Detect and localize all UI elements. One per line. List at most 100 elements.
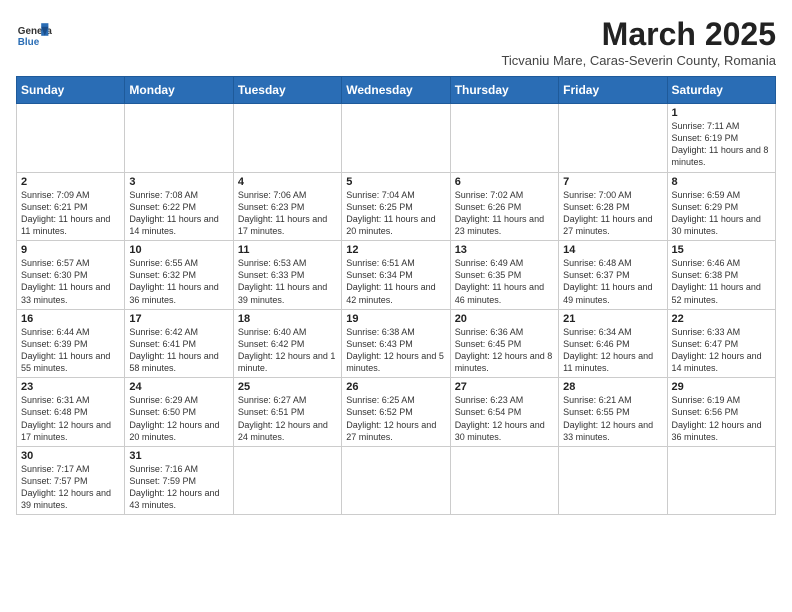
weekday-header-friday: Friday bbox=[559, 77, 667, 104]
calendar-cell: 8Sunrise: 6:59 AM Sunset: 6:29 PM Daylig… bbox=[667, 172, 775, 241]
calendar-cell: 6Sunrise: 7:02 AM Sunset: 6:26 PM Daylig… bbox=[450, 172, 558, 241]
day-info: Sunrise: 6:57 AM Sunset: 6:30 PM Dayligh… bbox=[21, 257, 120, 306]
day-info: Sunrise: 7:02 AM Sunset: 6:26 PM Dayligh… bbox=[455, 189, 554, 238]
calendar-week-4: 16Sunrise: 6:44 AM Sunset: 6:39 PM Dayli… bbox=[17, 309, 776, 378]
calendar-cell: 20Sunrise: 6:36 AM Sunset: 6:45 PM Dayli… bbox=[450, 309, 558, 378]
day-number: 14 bbox=[563, 244, 662, 256]
day-info: Sunrise: 7:17 AM Sunset: 7:57 PM Dayligh… bbox=[21, 463, 120, 512]
calendar-cell: 25Sunrise: 6:27 AM Sunset: 6:51 PM Dayli… bbox=[233, 378, 341, 447]
day-number: 30 bbox=[21, 450, 120, 462]
day-number: 8 bbox=[672, 176, 771, 188]
calendar-cell: 16Sunrise: 6:44 AM Sunset: 6:39 PM Dayli… bbox=[17, 309, 125, 378]
calendar-cell: 18Sunrise: 6:40 AM Sunset: 6:42 PM Dayli… bbox=[233, 309, 341, 378]
day-info: Sunrise: 7:16 AM Sunset: 7:59 PM Dayligh… bbox=[129, 463, 228, 512]
day-info: Sunrise: 6:49 AM Sunset: 6:35 PM Dayligh… bbox=[455, 257, 554, 306]
day-info: Sunrise: 7:00 AM Sunset: 6:28 PM Dayligh… bbox=[563, 189, 662, 238]
day-number: 7 bbox=[563, 176, 662, 188]
title-area: March 2025 Ticvaniu Mare, Caras-Severin … bbox=[501, 16, 776, 68]
day-number: 12 bbox=[346, 244, 445, 256]
calendar-cell: 17Sunrise: 6:42 AM Sunset: 6:41 PM Dayli… bbox=[125, 309, 233, 378]
day-info: Sunrise: 6:19 AM Sunset: 6:56 PM Dayligh… bbox=[672, 394, 771, 443]
day-info: Sunrise: 6:21 AM Sunset: 6:55 PM Dayligh… bbox=[563, 394, 662, 443]
weekday-header-sunday: Sunday bbox=[17, 77, 125, 104]
calendar-cell bbox=[233, 446, 341, 515]
day-info: Sunrise: 6:36 AM Sunset: 6:45 PM Dayligh… bbox=[455, 326, 554, 375]
day-info: Sunrise: 7:04 AM Sunset: 6:25 PM Dayligh… bbox=[346, 189, 445, 238]
day-info: Sunrise: 6:31 AM Sunset: 6:48 PM Dayligh… bbox=[21, 394, 120, 443]
day-info: Sunrise: 6:51 AM Sunset: 6:34 PM Dayligh… bbox=[346, 257, 445, 306]
day-number: 1 bbox=[672, 107, 771, 119]
calendar-cell: 29Sunrise: 6:19 AM Sunset: 6:56 PM Dayli… bbox=[667, 378, 775, 447]
calendar-cell: 23Sunrise: 6:31 AM Sunset: 6:48 PM Dayli… bbox=[17, 378, 125, 447]
day-number: 22 bbox=[672, 313, 771, 325]
calendar-cell: 2Sunrise: 7:09 AM Sunset: 6:21 PM Daylig… bbox=[17, 172, 125, 241]
weekday-header-tuesday: Tuesday bbox=[233, 77, 341, 104]
day-number: 26 bbox=[346, 381, 445, 393]
month-title: March 2025 bbox=[501, 16, 776, 53]
calendar-cell: 30Sunrise: 7:17 AM Sunset: 7:57 PM Dayli… bbox=[17, 446, 125, 515]
day-number: 31 bbox=[129, 450, 228, 462]
calendar-cell: 28Sunrise: 6:21 AM Sunset: 6:55 PM Dayli… bbox=[559, 378, 667, 447]
weekday-header-thursday: Thursday bbox=[450, 77, 558, 104]
day-info: Sunrise: 6:44 AM Sunset: 6:39 PM Dayligh… bbox=[21, 326, 120, 375]
day-number: 25 bbox=[238, 381, 337, 393]
day-number: 9 bbox=[21, 244, 120, 256]
calendar-cell bbox=[450, 104, 558, 173]
calendar-cell: 5Sunrise: 7:04 AM Sunset: 6:25 PM Daylig… bbox=[342, 172, 450, 241]
calendar-cell: 3Sunrise: 7:08 AM Sunset: 6:22 PM Daylig… bbox=[125, 172, 233, 241]
location-subtitle: Ticvaniu Mare, Caras-Severin County, Rom… bbox=[501, 53, 776, 68]
calendar-cell: 15Sunrise: 6:46 AM Sunset: 6:38 PM Dayli… bbox=[667, 241, 775, 310]
calendar-cell: 11Sunrise: 6:53 AM Sunset: 6:33 PM Dayli… bbox=[233, 241, 341, 310]
day-number: 19 bbox=[346, 313, 445, 325]
day-info: Sunrise: 6:59 AM Sunset: 6:29 PM Dayligh… bbox=[672, 189, 771, 238]
calendar-cell: 7Sunrise: 7:00 AM Sunset: 6:28 PM Daylig… bbox=[559, 172, 667, 241]
calendar-cell: 1Sunrise: 7:11 AM Sunset: 6:19 PM Daylig… bbox=[667, 104, 775, 173]
day-info: Sunrise: 6:27 AM Sunset: 6:51 PM Dayligh… bbox=[238, 394, 337, 443]
calendar-cell: 14Sunrise: 6:48 AM Sunset: 6:37 PM Dayli… bbox=[559, 241, 667, 310]
calendar-cell bbox=[233, 104, 341, 173]
calendar-cell bbox=[342, 446, 450, 515]
calendar-cell bbox=[450, 446, 558, 515]
day-info: Sunrise: 7:06 AM Sunset: 6:23 PM Dayligh… bbox=[238, 189, 337, 238]
day-number: 16 bbox=[21, 313, 120, 325]
day-info: Sunrise: 6:23 AM Sunset: 6:54 PM Dayligh… bbox=[455, 394, 554, 443]
page-header: General Blue March 2025 Ticvaniu Mare, C… bbox=[16, 16, 776, 68]
calendar-cell bbox=[559, 104, 667, 173]
calendar-cell: 21Sunrise: 6:34 AM Sunset: 6:46 PM Dayli… bbox=[559, 309, 667, 378]
calendar-week-6: 30Sunrise: 7:17 AM Sunset: 7:57 PM Dayli… bbox=[17, 446, 776, 515]
day-number: 21 bbox=[563, 313, 662, 325]
calendar-week-3: 9Sunrise: 6:57 AM Sunset: 6:30 PM Daylig… bbox=[17, 241, 776, 310]
day-info: Sunrise: 6:42 AM Sunset: 6:41 PM Dayligh… bbox=[129, 326, 228, 375]
day-number: 17 bbox=[129, 313, 228, 325]
calendar-cell: 22Sunrise: 6:33 AM Sunset: 6:47 PM Dayli… bbox=[667, 309, 775, 378]
day-info: Sunrise: 7:09 AM Sunset: 6:21 PM Dayligh… bbox=[21, 189, 120, 238]
calendar-cell: 9Sunrise: 6:57 AM Sunset: 6:30 PM Daylig… bbox=[17, 241, 125, 310]
day-info: Sunrise: 6:46 AM Sunset: 6:38 PM Dayligh… bbox=[672, 257, 771, 306]
calendar-cell: 4Sunrise: 7:06 AM Sunset: 6:23 PM Daylig… bbox=[233, 172, 341, 241]
calendar-cell bbox=[125, 104, 233, 173]
day-info: Sunrise: 6:25 AM Sunset: 6:52 PM Dayligh… bbox=[346, 394, 445, 443]
day-number: 5 bbox=[346, 176, 445, 188]
day-number: 29 bbox=[672, 381, 771, 393]
calendar-table: SundayMondayTuesdayWednesdayThursdayFrid… bbox=[16, 76, 776, 515]
day-info: Sunrise: 6:40 AM Sunset: 6:42 PM Dayligh… bbox=[238, 326, 337, 375]
calendar-cell bbox=[667, 446, 775, 515]
day-info: Sunrise: 6:29 AM Sunset: 6:50 PM Dayligh… bbox=[129, 394, 228, 443]
weekday-header-wednesday: Wednesday bbox=[342, 77, 450, 104]
day-info: Sunrise: 6:53 AM Sunset: 6:33 PM Dayligh… bbox=[238, 257, 337, 306]
day-number: 2 bbox=[21, 176, 120, 188]
calendar-cell: 19Sunrise: 6:38 AM Sunset: 6:43 PM Dayli… bbox=[342, 309, 450, 378]
calendar-cell: 27Sunrise: 6:23 AM Sunset: 6:54 PM Dayli… bbox=[450, 378, 558, 447]
day-number: 13 bbox=[455, 244, 554, 256]
day-number: 6 bbox=[455, 176, 554, 188]
day-info: Sunrise: 6:34 AM Sunset: 6:46 PM Dayligh… bbox=[563, 326, 662, 375]
logo: General Blue bbox=[16, 16, 52, 52]
logo-icon: General Blue bbox=[16, 16, 52, 52]
day-info: Sunrise: 6:48 AM Sunset: 6:37 PM Dayligh… bbox=[563, 257, 662, 306]
calendar-cell bbox=[17, 104, 125, 173]
day-number: 4 bbox=[238, 176, 337, 188]
weekday-header-saturday: Saturday bbox=[667, 77, 775, 104]
calendar-week-2: 2Sunrise: 7:09 AM Sunset: 6:21 PM Daylig… bbox=[17, 172, 776, 241]
day-info: Sunrise: 6:55 AM Sunset: 6:32 PM Dayligh… bbox=[129, 257, 228, 306]
day-number: 15 bbox=[672, 244, 771, 256]
